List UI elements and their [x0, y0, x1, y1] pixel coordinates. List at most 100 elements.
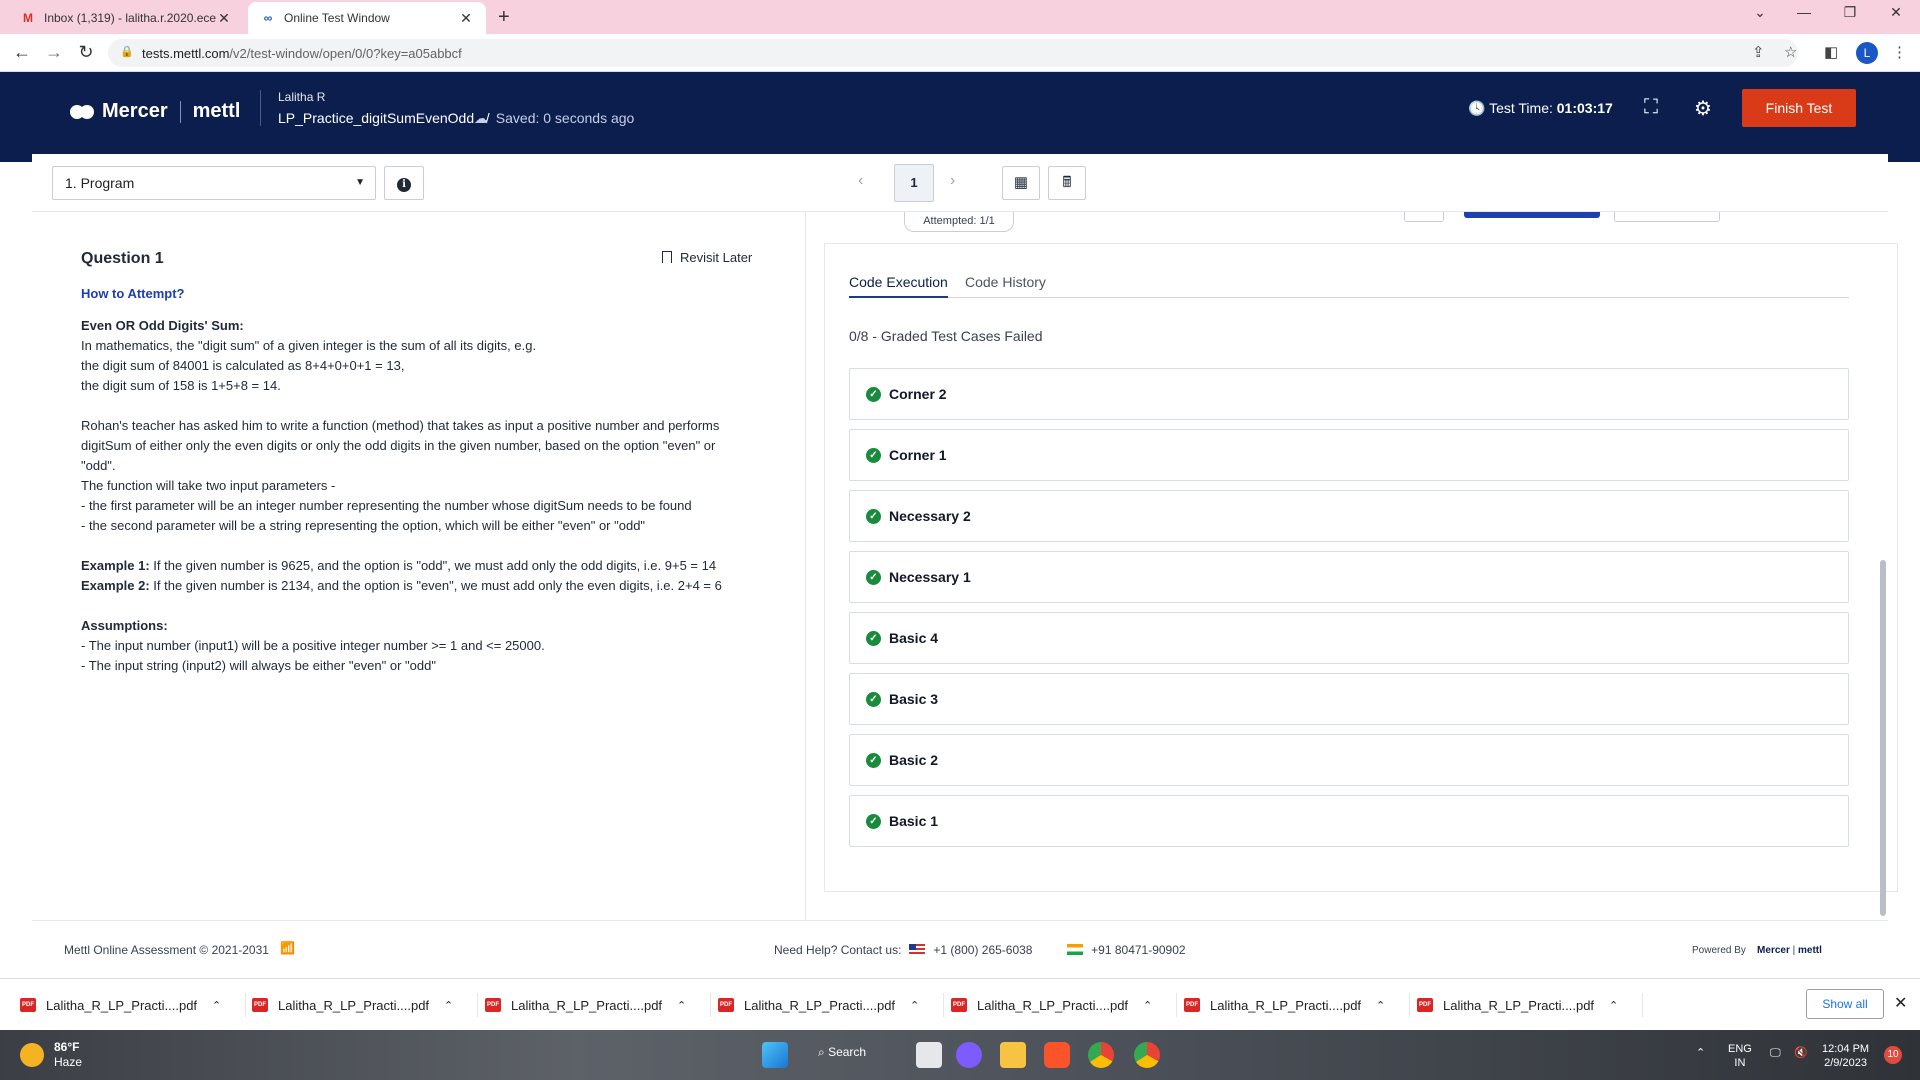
close-tab-icon[interactable]: ✕ [458, 10, 474, 27]
revisit-label: Revisit Later [680, 250, 753, 265]
temperature: 86°F [54, 1040, 80, 1054]
next-page-icon[interactable]: › [950, 172, 955, 190]
show-all-downloads-button[interactable]: Show all [1806, 989, 1884, 1019]
teams-chat-icon[interactable] [956, 1042, 982, 1068]
info-button[interactable]: i [384, 166, 424, 200]
grid-view-button[interactable]: ▦ [1002, 166, 1040, 200]
back-icon[interactable]: ← [10, 42, 34, 63]
chrome-icon[interactable] [1088, 1042, 1114, 1068]
brave-browser-icon[interactable] [1044, 1042, 1070, 1068]
mercer-icon: ∞ [263, 11, 273, 25]
test-case-row[interactable]: ✓ Basic 2 [849, 734, 1849, 786]
test-case-row[interactable]: ✓ Necessary 2 [849, 490, 1849, 542]
question-select[interactable]: 1. Program ▼ [52, 166, 376, 200]
test-case-row[interactable]: ✓ Corner 2 [849, 368, 1849, 420]
chevron-up-icon[interactable]: ⌃ [1609, 999, 1618, 1012]
chevron-down-icon: ▼ [355, 177, 365, 188]
task-view-icon[interactable] [916, 1042, 942, 1068]
minimize-button[interactable]: — [1784, 4, 1824, 20]
windows-start-icon[interactable] [762, 1042, 788, 1068]
url-input[interactable]: 🔒 tests.mettl.com/v2/test-window/open/0/… [108, 39, 1798, 67]
tab-code-execution[interactable]: Code Execution [849, 274, 948, 298]
close-tab-icon[interactable]: ✕ [216, 10, 232, 27]
menu-icon[interactable]: ⋮ [1892, 43, 1907, 61]
editor-button[interactable] [1404, 212, 1444, 222]
download-name: Lalitha_R_LP_Practi....pdf [977, 997, 1129, 1013]
example-1-label: Example 1: [81, 558, 150, 573]
test-case-label: Necessary 1 [889, 569, 971, 585]
tab-search-icon[interactable]: ⌄ [1740, 4, 1780, 21]
prev-page-icon[interactable]: ‹ [858, 172, 863, 190]
tab-title: Inbox (1,319) - lalitha.r.2020.ece@ [44, 11, 216, 25]
search-label: Search [828, 1045, 867, 1059]
weather-widget[interactable]: 86°F Haze [20, 1040, 82, 1070]
download-item[interactable]: PDF Lalitha_R_LP_Practi....pdf ⌃ [20, 993, 246, 1017]
powered-by: Powered By Mercer | mettl [1692, 945, 1822, 956]
test-case-row[interactable]: ✓ Basic 1 [849, 795, 1849, 847]
chevron-up-icon[interactable]: ⌃ [1143, 999, 1152, 1012]
cloud-icon: ☁ [474, 110, 488, 126]
submit-code-button[interactable] [1614, 212, 1720, 222]
download-item[interactable]: PDF Lalitha_R_LP_Practi....pdf ⌃ [485, 993, 711, 1017]
page-1-button[interactable]: 1 [894, 164, 934, 202]
forward-icon[interactable]: → [42, 42, 66, 63]
profile-avatar[interactable]: L [1856, 42, 1878, 64]
download-item[interactable]: PDF Lalitha_R_LP_Practi....pdf ⌃ [1417, 993, 1643, 1017]
chevron-up-icon[interactable]: ⌃ [910, 999, 919, 1012]
calculator-button[interactable]: 🖩 [1048, 166, 1086, 200]
chevron-up-icon[interactable]: ⌃ [212, 999, 221, 1012]
download-item[interactable]: PDF Lalitha_R_LP_Practi....pdf ⌃ [1184, 993, 1410, 1017]
tab-code-history[interactable]: Code History [965, 274, 1046, 290]
how-to-attempt-link[interactable]: How to Attempt? [81, 286, 185, 301]
browser-tab-strip: M Inbox (1,319) - lalitha.r.2020.ece@ ✕ … [0, 0, 1920, 34]
phone-in: +91 80471-90902 [1091, 943, 1186, 957]
notification-badge[interactable]: 10 [1884, 1046, 1902, 1064]
finish-test-button[interactable]: Finish Test [1742, 89, 1856, 127]
language: ENG [1728, 1043, 1752, 1055]
url-path: /v2/test-window/open/0/0?key=a05abbcf [229, 45, 462, 61]
attempted-badge: Attempted: 1/1 [904, 212, 1014, 232]
tab-online-test[interactable]: ∞ Online Test Window ✕ [248, 2, 486, 34]
taskbar-search[interactable]: ⌕ Search [818, 1045, 866, 1060]
download-item[interactable]: PDF Lalitha_R_LP_Practi....pdf ⌃ [252, 993, 478, 1017]
test-content: 1. Program ▼ i ‹ 1 › ▦ 🖩 Question 1 Revi… [32, 154, 1898, 974]
download-item[interactable]: PDF Lalitha_R_LP_Practi....pdf ⌃ [951, 993, 1177, 1017]
close-downloads-icon[interactable]: ✕ [1894, 993, 1907, 1013]
close-window-button[interactable]: ✕ [1876, 4, 1916, 21]
page-scrollbar[interactable] [1880, 560, 1886, 916]
network-icon[interactable]: 🖵 [1770, 1046, 1781, 1060]
test-case-row[interactable]: ✓ Basic 3 [849, 673, 1849, 725]
tray-overflow-icon[interactable]: ⌃ [1696, 1046, 1705, 1060]
share-icon[interactable]: ⇪ [1752, 43, 1765, 61]
fullscreen-icon[interactable]: ⛶ [1644, 96, 1658, 119]
clock[interactable]: 12:04 PM 2/9/2023 [1822, 1042, 1869, 1070]
gmail-icon: M [23, 11, 33, 25]
volume-muted-icon[interactable]: 🔇 [1794, 1046, 1808, 1060]
tab-gmail[interactable]: M Inbox (1,319) - lalitha.r.2020.ece@ ✕ [8, 2, 244, 34]
language-indicator[interactable]: ENG IN [1728, 1042, 1752, 1070]
reload-icon[interactable]: ↻ [74, 42, 98, 63]
chevron-up-icon[interactable]: ⌃ [1376, 999, 1385, 1012]
test-case-label: Basic 3 [889, 691, 939, 707]
test-timer: 🕓 Test Time: 01:03:17 [1468, 100, 1613, 117]
help-contact: Need Help? Contact us: +1 (800) 265-6038 … [774, 943, 1186, 957]
revisit-later-button[interactable]: Revisit Later [662, 250, 752, 265]
bookmark-star-icon[interactable]: ☆ [1784, 43, 1797, 61]
file-explorer-icon[interactable] [1000, 1042, 1026, 1068]
download-item[interactable]: PDF Lalitha_R_LP_Practi....pdf ⌃ [718, 993, 944, 1017]
brand-divider [179, 100, 181, 123]
chevron-up-icon[interactable]: ⌃ [677, 999, 686, 1012]
test-case-row[interactable]: ✓ Corner 1 [849, 429, 1849, 481]
brand-mercer: Mercer [102, 100, 168, 122]
brand-mettl: mettl [192, 100, 241, 122]
run-code-button[interactable] [1464, 212, 1600, 218]
test-case-row[interactable]: ✓ Basic 4 [849, 612, 1849, 664]
side-panel-icon[interactable]: ◧ [1824, 43, 1838, 61]
chevron-up-icon[interactable]: ⌃ [444, 999, 453, 1012]
test-case-row[interactable]: ✓ Necessary 1 [849, 551, 1849, 603]
assumptions-label: Assumptions: [81, 618, 168, 633]
new-tab-button[interactable]: + [498, 6, 510, 29]
restore-button[interactable]: ❐ [1830, 4, 1870, 21]
settings-gear-icon[interactable]: ⚙ [1694, 96, 1712, 121]
chrome-profile-icon[interactable] [1134, 1042, 1160, 1068]
